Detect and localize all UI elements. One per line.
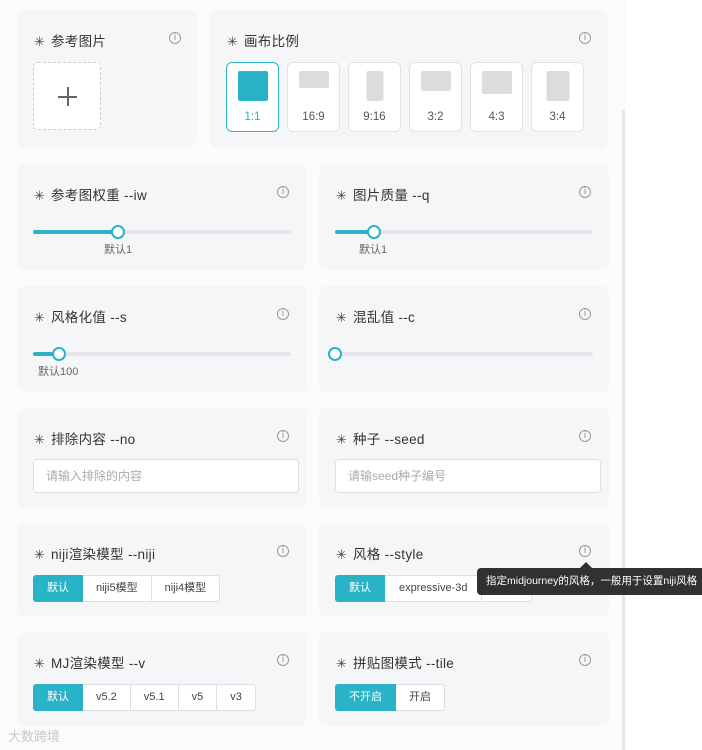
- chaos-title: ✳ 混乱值 --c: [336, 310, 416, 325]
- landscape-ratio-icon: [420, 71, 451, 91]
- asterisk-icon: ✳: [336, 188, 348, 203]
- tile-option-off[interactable]: 不开启: [335, 684, 396, 711]
- ratio-option-4-3[interactable]: 4:3: [470, 62, 523, 132]
- stylize-card: ✳ 风格化值 --s i 默认100: [17, 286, 307, 392]
- mj-option-v3[interactable]: v3: [217, 684, 256, 711]
- chaos-slider[interactable]: [328, 347, 593, 361]
- tile-selector: 不开启 开启: [335, 684, 445, 711]
- asterisk-icon: ✳: [336, 310, 348, 325]
- asterisk-icon: ✳: [336, 432, 348, 447]
- scrollbar[interactable]: [622, 110, 625, 750]
- asterisk-icon: ✳: [34, 34, 46, 49]
- mj-option-v5[interactable]: v5: [178, 684, 218, 711]
- chaos-card: ✳ 混乱值 --c i: [319, 286, 609, 392]
- quality-title: ✳ 图片质量 --q: [336, 188, 430, 203]
- info-icon[interactable]: i: [277, 308, 289, 320]
- asterisk-icon: ✳: [34, 547, 46, 562]
- landscape-ratio-icon: [481, 71, 512, 94]
- mj-model-card: ✳ MJ渲染模型 --v i: [17, 632, 307, 726]
- image-weight-slider[interactable]: [33, 225, 291, 239]
- asterisk-icon: ✳: [336, 547, 348, 562]
- info-icon[interactable]: i: [169, 32, 181, 44]
- style-option-expressive-3d[interactable]: expressive-3d: [385, 575, 483, 602]
- slider-thumb[interactable]: [366, 225, 381, 239]
- seed-card: ✳ 种子 --seed i: [319, 408, 609, 508]
- style-option-default[interactable]: 默认: [335, 575, 385, 602]
- tall-ratio-icon: [366, 71, 383, 101]
- default-mark: 默认1: [104, 244, 133, 256]
- stylize-title: ✳ 风格化值 --s: [34, 310, 127, 325]
- style-tooltip: 指定midjourney的风格，一般用于设置niji风格: [477, 568, 702, 595]
- ratio-option-1-1[interactable]: 1:1: [226, 62, 279, 132]
- niji-option-niji5[interactable]: niji5模型: [83, 575, 152, 602]
- info-icon[interactable]: i: [579, 32, 591, 44]
- info-icon[interactable]: i: [277, 545, 289, 557]
- tile-option-on[interactable]: 开启: [396, 684, 445, 711]
- info-icon[interactable]: i: [277, 654, 289, 666]
- asterisk-icon: ✳: [34, 188, 46, 203]
- info-icon[interactable]: i: [277, 430, 289, 442]
- reference-image-title: ✳ 参考图片: [34, 34, 107, 49]
- slider-thumb[interactable]: [328, 347, 342, 361]
- ratio-option-16-9[interactable]: 16:9: [287, 62, 340, 132]
- niji-model-title: ✳ niji渲染模型 --niji: [34, 547, 156, 562]
- portrait-ratio-icon: [546, 71, 569, 101]
- info-icon[interactable]: i: [579, 430, 591, 442]
- wide-ratio-icon: [298, 71, 329, 88]
- ratio-option-9-16[interactable]: 9:16: [348, 62, 401, 132]
- seed-title: ✳ 种子 --seed: [336, 432, 425, 447]
- mj-model-title: ✳ MJ渲染模型 --v: [34, 656, 146, 671]
- stylize-slider[interactable]: [33, 347, 291, 361]
- square-ratio-icon: [237, 71, 268, 101]
- slider-thumb[interactable]: [111, 225, 126, 239]
- style-title: ✳ 风格 --style: [336, 547, 424, 562]
- mj-option-v5-2[interactable]: v5.2: [83, 684, 131, 711]
- niji-model-card: ✳ niji渲染模型 --niji i: [17, 523, 307, 617]
- tile-title: ✳ 拼贴图模式 --tile: [336, 656, 455, 671]
- image-weight-title: ✳ 参考图权重 --iw: [34, 188, 147, 203]
- info-icon[interactable]: i: [579, 308, 591, 320]
- asterisk-icon: ✳: [34, 310, 46, 325]
- watermark: 大数跨境: [8, 729, 61, 744]
- info-icon[interactable]: i: [277, 186, 289, 198]
- mj-model-selector: 默认 v5.2 v5.1 v5 v3: [33, 684, 256, 711]
- niji-option-default[interactable]: 默认: [33, 575, 83, 602]
- mj-option-default[interactable]: 默认: [33, 684, 83, 711]
- right-blank-area: [626, 0, 702, 750]
- exclude-input[interactable]: [33, 459, 299, 493]
- asterisk-icon: ✳: [336, 656, 348, 671]
- ratio-option-3-4[interactable]: 3:4: [531, 62, 584, 132]
- info-icon[interactable]: i: [579, 654, 591, 666]
- asterisk-icon: ✳: [227, 34, 239, 49]
- asterisk-icon: ✳: [34, 432, 46, 447]
- upload-image-button[interactable]: [33, 62, 101, 130]
- mj-option-v5-1[interactable]: v5.1: [130, 684, 179, 711]
- default-mark: 默认100: [38, 366, 79, 378]
- exclude-card: ✳ 排除内容 --no i: [17, 408, 307, 508]
- info-icon[interactable]: i: [579, 545, 591, 557]
- niji-model-selector: 默认 niji5模型 niji4模型: [33, 575, 221, 602]
- seed-input[interactable]: [335, 459, 601, 493]
- image-weight-card: ✳ 参考图权重 --iw i 默认1: [17, 164, 307, 270]
- canvas-ratio-title: ✳ 画布比例: [227, 34, 300, 49]
- asterisk-icon: ✳: [34, 656, 46, 671]
- tile-card: ✳ 拼贴图模式 --tile i: [319, 632, 609, 726]
- exclude-title: ✳ 排除内容 --no: [34, 432, 136, 447]
- slider-thumb[interactable]: [51, 347, 66, 361]
- ratio-option-3-2[interactable]: 3:2: [409, 62, 462, 132]
- default-mark: 默认1: [359, 244, 388, 256]
- quality-slider[interactable]: [335, 225, 593, 239]
- niji-option-niji4[interactable]: niji4模型: [151, 575, 221, 602]
- quality-card: ✳ 图片质量 --q i 默认1: [319, 164, 609, 270]
- info-icon[interactable]: i: [579, 186, 591, 198]
